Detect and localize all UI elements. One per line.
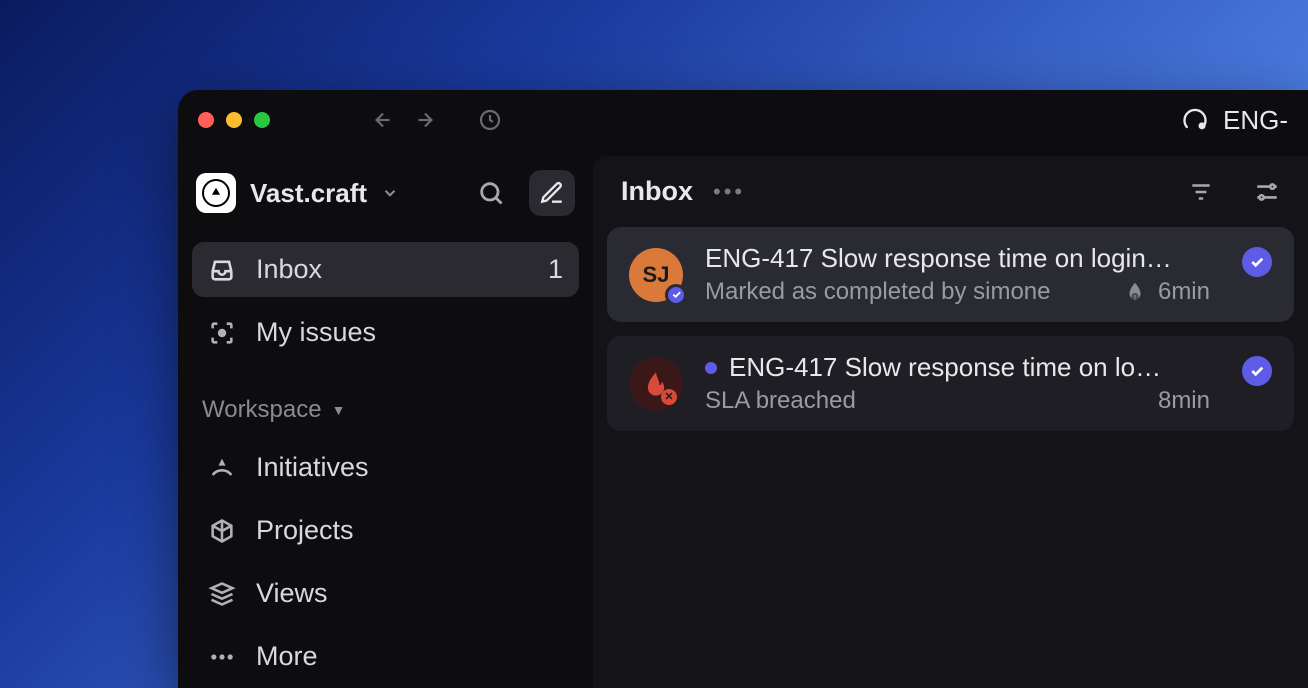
inbox-icon [208, 256, 236, 284]
svg-text:!: ! [1134, 294, 1136, 301]
status-completed-icon [1242, 356, 1272, 386]
sidebar-item-label: Projects [256, 515, 354, 546]
inbox-item-time: 6min [1158, 278, 1210, 306]
avatar-initials: SJ [643, 262, 670, 288]
issue-icon [1181, 106, 1209, 134]
chevron-down-icon[interactable] [381, 184, 399, 202]
inbox-item[interactable]: SJ ENG-417 Slow response time on login… … [607, 227, 1294, 322]
sidebar-item-inbox[interactable]: Inbox 1 [192, 242, 579, 297]
avatar: ✕ [629, 357, 683, 411]
main-panel: Inbox ••• SJ [593, 156, 1308, 688]
minimize-window-button[interactable] [226, 112, 242, 128]
status-completed-icon [1242, 247, 1272, 277]
display-options-button[interactable] [1254, 179, 1280, 205]
breach-badge-icon: ✕ [661, 389, 677, 405]
sidebar-item-more[interactable]: More [192, 629, 579, 684]
completed-badge-icon [665, 284, 687, 306]
inbox-count: 1 [548, 254, 563, 285]
forward-button[interactable] [414, 109, 436, 131]
filter-button[interactable] [1188, 179, 1214, 205]
more-options-button[interactable]: ••• [713, 179, 745, 205]
inbox-item-subtitle: Marked as completed by simone [705, 278, 1112, 306]
focus-icon [208, 319, 236, 347]
sidebar-item-projects[interactable]: Projects [192, 503, 579, 558]
sidebar-item-label: Views [256, 578, 328, 609]
inbox-list: SJ ENG-417 Slow response time on login… … [593, 227, 1308, 431]
close-window-button[interactable] [198, 112, 214, 128]
views-icon [208, 580, 236, 608]
unread-indicator [705, 362, 717, 374]
inbox-item-subtitle: SLA breached [705, 387, 1146, 415]
inbox-item-title: ENG-417 Slow response time on login… [705, 243, 1172, 274]
workspace-logo[interactable] [196, 173, 236, 213]
sidebar-item-label: Inbox [256, 254, 322, 285]
more-icon [208, 643, 236, 671]
sidebar-item-label: Initiatives [256, 452, 369, 483]
main-header: Inbox ••• [593, 156, 1308, 227]
titlebar: ENG- [178, 90, 1308, 150]
app-window: ENG- Vast.craft [178, 90, 1308, 688]
sla-warning-icon: ! [1124, 281, 1146, 303]
sidebar-item-label: More [256, 641, 318, 672]
sidebar: Vast.craft Inbox 1 [178, 150, 593, 688]
projects-icon [208, 517, 236, 545]
breadcrumb[interactable]: ENG- [1181, 105, 1288, 136]
triangle-down-icon: ▼ [332, 402, 346, 418]
page-title: Inbox [621, 176, 693, 207]
inbox-item[interactable]: ✕ ENG-417 Slow response time on lo… SLA … [607, 336, 1294, 431]
avatar: SJ [629, 248, 683, 302]
compose-button[interactable] [529, 170, 575, 216]
sidebar-item-label: My issues [256, 317, 376, 348]
initiatives-icon [208, 454, 236, 482]
sidebar-item-my-issues[interactable]: My issues [192, 305, 579, 360]
nav-arrows [372, 109, 436, 131]
breadcrumb-label: ENG- [1223, 105, 1288, 136]
app-body: Vast.craft Inbox 1 [178, 150, 1308, 688]
history-button[interactable] [478, 108, 502, 132]
workspace-header: Vast.craft [192, 164, 579, 234]
sidebar-item-views[interactable]: Views [192, 566, 579, 621]
sidebar-item-initiatives[interactable]: Initiatives [192, 440, 579, 495]
workspace-name[interactable]: Vast.craft [250, 178, 367, 209]
inbox-item-content: ENG-417 Slow response time on login… Mar… [705, 243, 1210, 306]
inbox-item-time: 8min [1158, 387, 1210, 415]
search-button[interactable] [477, 179, 505, 207]
inbox-item-title: ENG-417 Slow response time on lo… [729, 352, 1161, 383]
traffic-lights [198, 112, 270, 128]
sidebar-section-workspace[interactable]: Workspace ▼ [192, 368, 579, 432]
inbox-item-content: ENG-417 Slow response time on lo… SLA br… [705, 352, 1210, 415]
maximize-window-button[interactable] [254, 112, 270, 128]
back-button[interactable] [372, 109, 394, 131]
